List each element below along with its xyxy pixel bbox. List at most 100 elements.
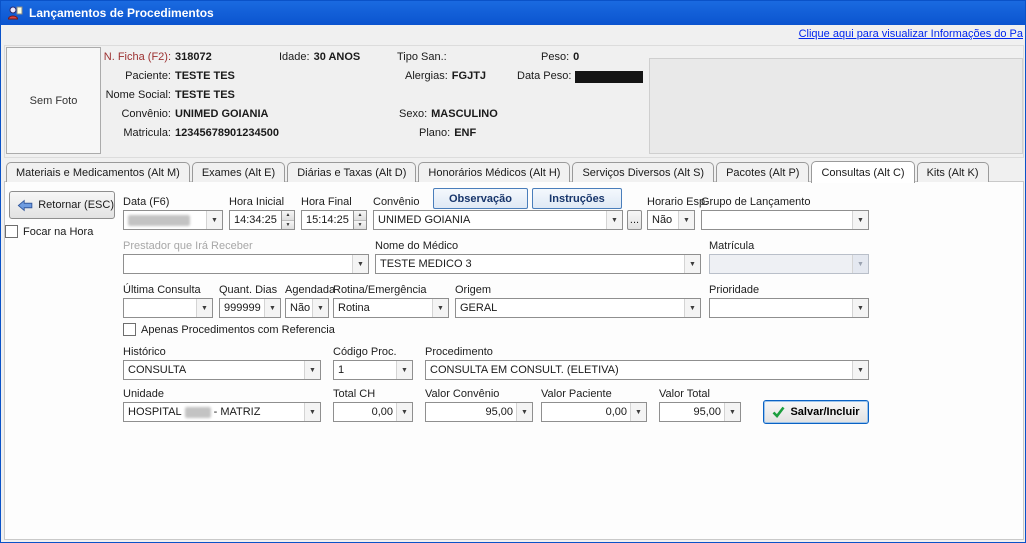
focar-na-hora-checkbox[interactable] — [5, 225, 18, 238]
observacao-button[interactable]: Observação — [433, 188, 528, 209]
prestador-combo[interactable]: ▼ — [123, 254, 369, 274]
redacted-value — [185, 407, 211, 418]
procedimento-combo[interactable]: CONSULTA EM CONSULT. (ELETIVA) ▼ — [425, 360, 869, 380]
valor-total-combo[interactable]: 95,00 ▼ — [659, 402, 741, 422]
valor-paciente-combo[interactable]: 0,00 ▼ — [541, 402, 647, 422]
dropdown-arrow-icon[interactable]: ▼ — [678, 211, 694, 229]
patient-weight-date-row: Data Peso: — [517, 70, 643, 83]
rotina-combo[interactable]: Rotina ▼ — [333, 298, 449, 318]
app-icon — [7, 5, 23, 21]
apenas-referencia-label: Apenas Procedimentos com Referencia — [141, 324, 335, 336]
historico-label: Histórico — [123, 346, 166, 358]
dropdown-arrow-icon[interactable]: ▼ — [432, 299, 448, 317]
ultima-consulta-combo[interactable]: ▼ — [123, 298, 213, 318]
quant-dias-combo[interactable]: 999999 ▼ — [219, 298, 281, 318]
tab-exames[interactable]: Exames (Alt E) — [192, 162, 285, 182]
plano-value: ENF — [454, 127, 476, 139]
dropdown-arrow-icon[interactable]: ▼ — [852, 211, 868, 229]
dropdown-arrow-icon[interactable]: ▼ — [264, 299, 280, 317]
tab-honorarios-medicos[interactable]: Honorários Médicos (Alt H) — [418, 162, 570, 182]
convenio-field-value: UNIMED GOIANIA — [374, 211, 606, 229]
historico-combo[interactable]: CONSULTA ▼ — [123, 360, 321, 380]
dropdown-arrow-icon[interactable]: ▼ — [396, 361, 412, 379]
sexo-value: MASCULINO — [431, 108, 498, 120]
origem-value: GERAL — [456, 299, 684, 317]
matricula-label: Matricula: — [39, 127, 171, 139]
grupo-combo[interactable]: ▼ — [701, 210, 869, 230]
tab-servicos-diversos[interactable]: Serviços Diversos (Alt S) — [572, 162, 714, 182]
back-arrow-icon — [17, 199, 33, 212]
valor-convenio-combo[interactable]: 95,00 ▼ — [425, 402, 533, 422]
total-ch-combo[interactable]: 0,00 ▼ — [333, 402, 413, 422]
nome-medico-value: TESTE MEDICO 3 — [376, 255, 684, 273]
dropdown-arrow-icon[interactable]: ▼ — [516, 403, 532, 421]
tab-pacotes[interactable]: Pacotes (Alt P) — [716, 162, 809, 182]
dropdown-arrow-icon[interactable]: ▼ — [396, 403, 412, 421]
prioridade-label: Prioridade — [709, 284, 759, 296]
dropdown-arrow-icon[interactable]: ▼ — [304, 403, 320, 421]
tab-diarias-taxas[interactable]: Diárias e Taxas (Alt D) — [287, 162, 416, 182]
data-combo[interactable]: ▼ — [123, 210, 223, 230]
dropdown-arrow-icon[interactable]: ▼ — [196, 299, 212, 317]
origem-combo[interactable]: GERAL ▼ — [455, 298, 701, 318]
dropdown-arrow-icon[interactable]: ▼ — [684, 299, 700, 317]
spin-down-icon[interactable]: ▼ — [282, 221, 294, 230]
codigo-proc-label: Código Proc. — [333, 346, 397, 358]
dropdown-arrow-icon[interactable]: ▼ — [852, 361, 868, 379]
dropdown-arrow-icon[interactable]: ▼ — [630, 403, 646, 421]
dropdown-arrow-icon[interactable]: ▼ — [606, 211, 622, 229]
dropdown-arrow-icon[interactable]: ▼ — [352, 255, 368, 273]
nome-medico-combo[interactable]: TESTE MEDICO 3 ▼ — [375, 254, 701, 274]
spin-up-icon[interactable]: ▲ — [354, 211, 366, 221]
sexo-label: Sexo: — [399, 108, 427, 120]
tab-strip: Materiais e Medicamentos (Alt M) Exames … — [6, 160, 991, 182]
patient-plan-row: Plano: ENF — [419, 127, 476, 139]
agendada-combo[interactable]: Não ▼ — [285, 298, 329, 318]
window-title: Lançamentos de Procedimentos — [29, 6, 214, 20]
hora-inicial-spinner[interactable]: 14:34:25 ▲ ▼ — [229, 210, 295, 230]
patient-matricula-row: Matricula: 12345678901234500 — [39, 127, 279, 139]
dropdown-arrow-icon[interactable]: ▼ — [684, 255, 700, 273]
dropdown-arrow-icon[interactable]: ▼ — [724, 403, 740, 421]
alergias-label: Alergias: — [405, 70, 448, 82]
codigo-proc-combo[interactable]: 1 ▼ — [333, 360, 413, 380]
spin-down-icon[interactable]: ▼ — [354, 221, 366, 230]
prioridade-value — [710, 299, 852, 317]
spin-up-icon[interactable]: ▲ — [282, 211, 294, 221]
apenas-referencia-checkbox[interactable] — [123, 323, 136, 336]
dropdown-arrow-icon[interactable]: ▼ — [312, 299, 328, 317]
plano-label: Plano: — [419, 127, 450, 139]
dropdown-arrow-icon[interactable]: ▼ — [206, 211, 222, 229]
patient-age-row: Idade: 30 ANOS — [279, 51, 360, 63]
rotina-label: Rotina/Emergência — [333, 284, 427, 296]
tab-kits[interactable]: Kits (Alt K) — [917, 162, 989, 182]
patient-info-link[interactable]: Clique aqui para visualizar Informações … — [799, 28, 1023, 40]
convenio-field-label: Convênio — [373, 196, 419, 208]
total-ch-value: 0,00 — [334, 403, 396, 421]
check-icon — [772, 406, 785, 418]
dropdown-arrow-icon[interactable]: ▼ — [304, 361, 320, 379]
horario-esp-label: Horario Esp. — [647, 196, 708, 208]
convenio-combo[interactable]: UNIMED GOIANIA ▼ — [373, 210, 623, 230]
horario-esp-combo[interactable]: Não ▼ — [647, 210, 695, 230]
tab-consultas[interactable]: Consultas (Alt C) — [811, 161, 914, 183]
convenio-more-button[interactable]: ... — [627, 210, 642, 230]
apenas-referencia-option: Apenas Procedimentos com Referencia — [123, 323, 335, 336]
valor-total-value: 95,00 — [660, 403, 724, 421]
tab-materiais-medicamentos[interactable]: Materiais e Medicamentos (Alt M) — [6, 162, 190, 182]
matricula-field-label: Matrícula — [709, 240, 754, 252]
hora-final-label: Hora Final — [301, 196, 352, 208]
retornar-button[interactable]: Retornar (ESC) — [9, 191, 115, 219]
hora-final-spinner[interactable]: 15:14:25 ▲ ▼ — [301, 210, 367, 230]
unidade-combo[interactable]: HOSPITAL - MATRIZ ▼ — [123, 402, 321, 422]
focar-na-hora-label: Focar na Hora — [23, 226, 93, 238]
prioridade-combo[interactable]: ▼ — [709, 298, 869, 318]
instrucoes-button[interactable]: Instruções — [532, 188, 622, 209]
dropdown-arrow-icon[interactable]: ▼ — [852, 299, 868, 317]
origem-label: Origem — [455, 284, 491, 296]
hora-inicial-label: Hora Inicial — [229, 196, 284, 208]
idade-label: Idade: — [279, 51, 310, 63]
patient-weight-row: Peso: 0 — [541, 51, 579, 63]
horario-esp-value: Não — [648, 211, 678, 229]
salvar-incluir-button[interactable]: Salvar/Incluir — [763, 400, 869, 424]
